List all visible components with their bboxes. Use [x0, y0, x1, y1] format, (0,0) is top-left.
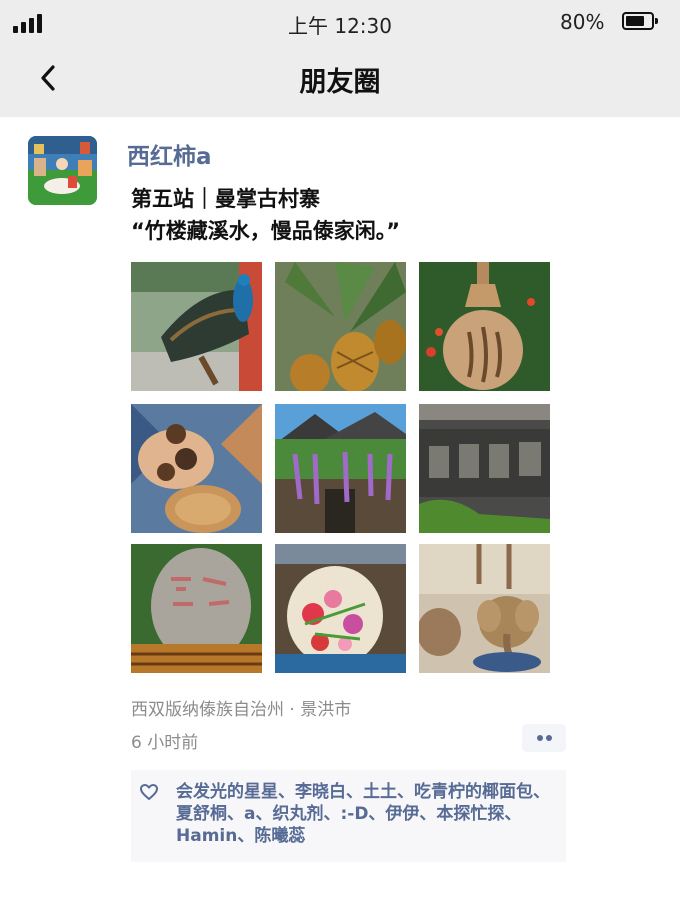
more-actions-button[interactable] — [522, 724, 566, 752]
photo-grid — [131, 262, 551, 684]
battery-percent: 80% — [560, 10, 605, 34]
photo-7[interactable] — [131, 544, 262, 673]
photo-8[interactable] — [275, 544, 406, 673]
battery-level — [626, 16, 644, 26]
post-text-line1: 第五站｜曼掌古村寨 — [131, 187, 320, 211]
photo-1[interactable] — [131, 262, 262, 391]
post-text-line2: “竹楼藏溪水，慢品傣家闲。” — [131, 219, 401, 243]
chevron-left-icon — [41, 65, 55, 91]
flower-fan-photo — [275, 544, 406, 673]
avatar[interactable] — [28, 136, 97, 205]
status-bar: 上午 12:30 80% — [0, 0, 680, 46]
clay-elephant-photo — [419, 544, 550, 673]
heart-icon — [140, 784, 158, 800]
likes-panel: 会发光的星星、李晓白、土土、吃青柠的椰面包、夏舒桐、a、织丸剂、:-D、伊伊、本… — [131, 770, 566, 862]
back-button[interactable] — [30, 60, 66, 96]
location-link[interactable]: 西双版纳傣族自治州 · 景洪市 — [131, 695, 351, 720]
author-name[interactable]: 西红柿a — [127, 137, 212, 171]
photo-4[interactable] — [131, 404, 262, 533]
page-title: 朋友圈 — [299, 67, 381, 98]
header-bar: 上午 12:30 80% 朋友圈 — [0, 0, 680, 117]
clay-lantern-photo — [419, 262, 550, 391]
battery-icon — [622, 12, 658, 30]
post-time: 6 小时前 — [131, 733, 199, 753]
likes-names[interactable]: 会发光的星星、李晓白、土土、吃青柠的椰面包、夏舒桐、a、织丸剂、:-D、伊伊、本… — [176, 781, 556, 847]
photo-6[interactable] — [419, 404, 550, 533]
carved-stone-photo — [131, 544, 262, 673]
post-text: 第五站｜曼掌古村寨 “竹楼藏溪水，慢品傣家闲。” — [131, 183, 400, 247]
photo-5[interactable] — [275, 404, 406, 533]
peacock-photo — [131, 262, 262, 391]
dot-icon — [546, 735, 552, 741]
wisteria-house-photo — [275, 404, 406, 533]
seed-pods-photo — [131, 404, 262, 533]
photo-2[interactable] — [275, 262, 406, 391]
wooden-sign-photo — [419, 404, 550, 533]
photo-3[interactable] — [419, 262, 550, 391]
photo-9[interactable] — [419, 544, 550, 673]
pineapple-photo — [275, 262, 406, 391]
dot-icon — [537, 735, 543, 741]
